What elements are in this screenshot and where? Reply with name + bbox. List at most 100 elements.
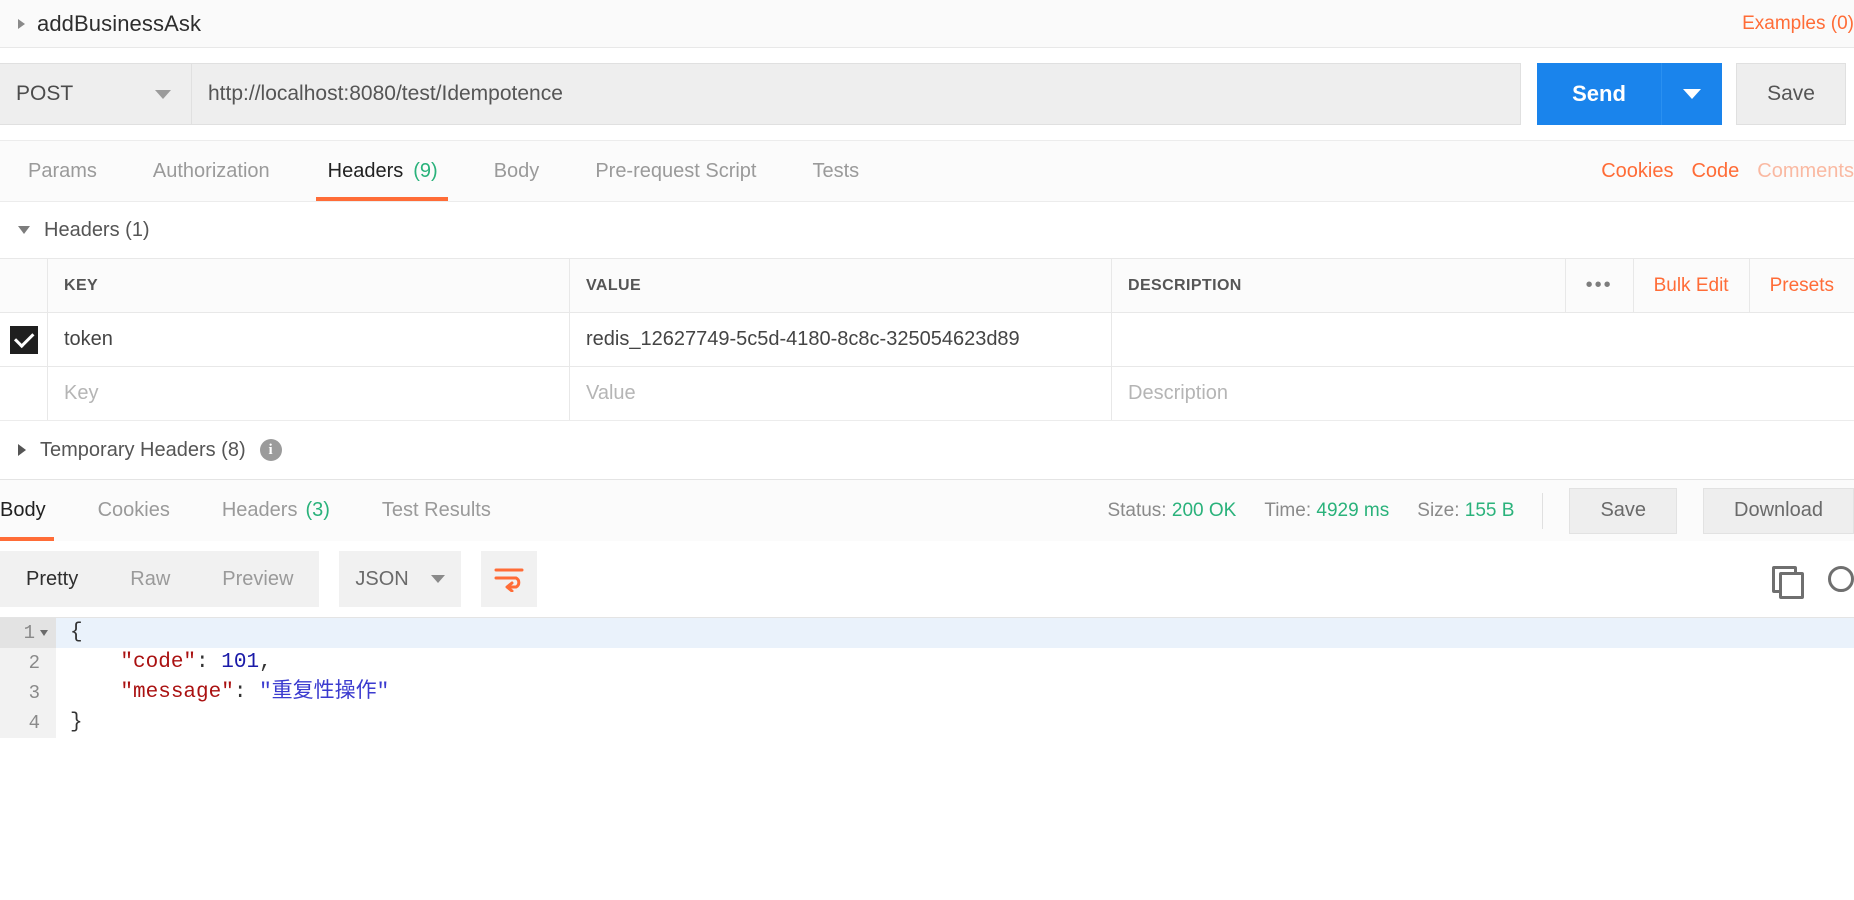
comments-link[interactable]: Comments (1757, 160, 1854, 183)
response-meta: Status: 200 OK Time: 4929 ms Size: 155 B… (1079, 480, 1854, 541)
page-title: addBusinessAsk (37, 10, 202, 36)
more-options-icon[interactable]: ••• (1564, 259, 1634, 312)
cookies-link[interactable]: Cookies (1601, 160, 1673, 183)
column-value-label: VALUE (586, 276, 642, 294)
temporary-headers-toggle[interactable]: Temporary Headers (8) i (0, 421, 1854, 479)
response-tab-test-results[interactable]: Test Results (356, 480, 517, 541)
headers-section-title: Headers (1) (44, 218, 150, 241)
row-description-cell (1112, 313, 1854, 366)
line-number-value: 2 (28, 652, 40, 674)
tab-tests[interactable]: Tests (784, 141, 887, 201)
info-icon[interactable]: i (259, 439, 282, 461)
header-key-input[interactable] (48, 313, 569, 366)
response-tab-headers[interactable]: Headers (3) (196, 480, 356, 541)
tab-label: Test Results (381, 499, 491, 521)
tab-label: Authorization (152, 159, 270, 182)
column-key: KEY (48, 259, 570, 312)
triangle-right-icon (18, 444, 26, 456)
response-tab-body[interactable]: Body (0, 480, 72, 541)
response-body-actions (1772, 541, 1854, 617)
send-options-button[interactable] (1662, 63, 1722, 125)
new-header-value-input[interactable] (570, 367, 1111, 420)
search-icon[interactable] (1828, 566, 1854, 592)
status-group: Status: 200 OK (1107, 500, 1236, 522)
tab-params[interactable]: Params (0, 141, 125, 201)
time-value: 4929 ms (1316, 499, 1390, 521)
tab-authorization[interactable]: Authorization (125, 141, 298, 201)
bulk-edit-button[interactable]: Bulk Edit (1634, 259, 1750, 312)
time-group: Time: 4929 ms (1264, 500, 1389, 522)
empty-row-key-cell (48, 367, 570, 420)
line-number: 4 (0, 708, 56, 738)
temporary-headers-title: Temporary Headers (8) (40, 438, 246, 461)
new-header-description-input[interactable] (1112, 367, 1854, 420)
view-mode-raw[interactable]: Raw (104, 551, 196, 607)
response-tabs: Body Cookies Headers (3) Test Results St… (0, 479, 1854, 541)
format-label: JSON (355, 567, 409, 590)
header-value-input[interactable] (570, 313, 1111, 366)
column-description: DESCRIPTION ••• Bulk Edit Presets (1112, 259, 1854, 312)
request-tabs: Params Authorization Headers (9) Body Pr… (0, 140, 1854, 202)
status-label: Status: (1107, 499, 1167, 521)
size-label: Size: (1417, 499, 1460, 521)
tab-label: Tests (812, 159, 860, 182)
column-key-label: KEY (64, 276, 99, 294)
triangle-right-icon[interactable] (18, 18, 25, 29)
line-number-value: 1 (23, 622, 35, 644)
code-text: { (70, 621, 83, 644)
tab-pre-request-script[interactable]: Pre-request Script (567, 141, 784, 201)
triangle-down-icon (18, 226, 30, 234)
time-label: Time: (1264, 499, 1312, 521)
chevron-down-icon (1683, 89, 1701, 99)
fold-toggle-icon[interactable] (40, 630, 48, 636)
column-value: VALUE (570, 259, 1112, 312)
tab-label: Headers (221, 499, 298, 521)
http-method-select[interactable]: POST (0, 63, 192, 125)
row-checkbox[interactable] (9, 325, 38, 354)
code-text: } (70, 711, 83, 734)
tab-count-badge: (3) (305, 499, 330, 521)
response-tab-cookies[interactable]: Cookies (72, 480, 196, 541)
divider (1542, 492, 1544, 529)
view-mode-preview[interactable]: Preview (196, 551, 319, 607)
copy-icon[interactable] (1772, 566, 1804, 599)
presets-button[interactable]: Presets (1750, 259, 1854, 312)
code-link[interactable]: Code (1691, 160, 1739, 183)
http-method-label: POST (16, 82, 74, 105)
tab-headers[interactable]: Headers (9) (298, 141, 466, 201)
word-wrap-button[interactable] (481, 551, 538, 607)
line-number-value: 3 (28, 682, 40, 704)
empty-row-checkbox-cell (0, 367, 48, 420)
code-text: "message": "重复性操作" (120, 681, 390, 704)
download-response-button[interactable]: Download (1703, 487, 1854, 534)
request-tabs-actions: Cookies Code Comments (1601, 141, 1854, 201)
header-description-input[interactable] (1112, 313, 1854, 366)
code-line: 3 "message": "重复性操作" (0, 678, 1854, 708)
response-body-code[interactable]: 1 { 2 "code": 101, 3 "message": "重复性操作" … (0, 617, 1854, 787)
code-line: 2 "code": 101, (0, 648, 1854, 678)
tab-count-badge: (9) (413, 159, 438, 182)
response-body-toolbar: Pretty Raw Preview JSON (0, 541, 1854, 617)
save-response-button[interactable]: Save (1569, 487, 1678, 534)
tab-label: Params (28, 159, 97, 182)
send-button[interactable]: Send (1537, 63, 1662, 125)
new-header-key-input[interactable] (48, 367, 569, 420)
line-number: 3 (0, 678, 56, 708)
save-request-button[interactable]: Save (1736, 63, 1846, 125)
view-mode-group: Pretty Raw Preview (0, 551, 320, 607)
headers-section-toggle[interactable]: Headers (1) (0, 202, 1854, 258)
tab-body[interactable]: Body (466, 141, 568, 201)
response-format-select[interactable]: JSON (339, 551, 462, 607)
chevron-down-icon (155, 89, 171, 99)
table-row-empty (0, 367, 1854, 421)
tab-label: Cookies (97, 499, 170, 521)
view-mode-pretty[interactable]: Pretty (0, 551, 104, 607)
line-number: 1 (0, 618, 56, 648)
request-name-bar: addBusinessAsk Examples (0) (0, 0, 1854, 48)
tab-label: Body (493, 159, 540, 182)
empty-row-value-cell (570, 367, 1112, 420)
send-button-group: Send (1537, 63, 1722, 125)
url-input[interactable] (192, 63, 1521, 125)
chevron-down-icon (431, 575, 446, 583)
examples-link[interactable]: Examples (0) (1742, 13, 1854, 35)
